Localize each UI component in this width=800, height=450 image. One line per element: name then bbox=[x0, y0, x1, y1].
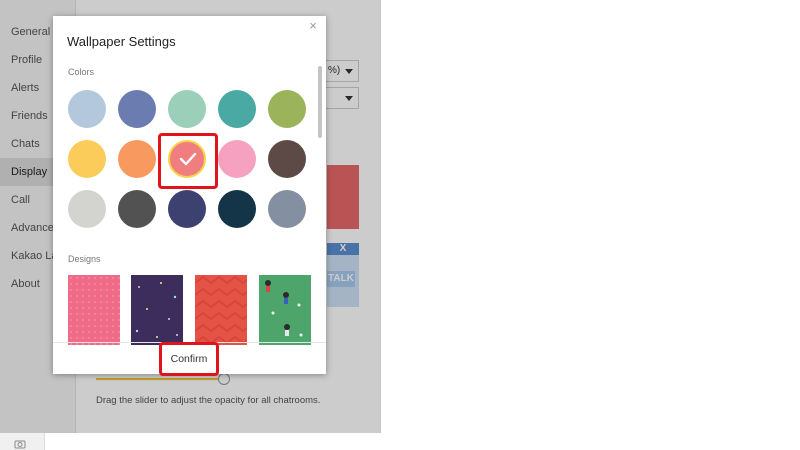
color-swatch[interactable] bbox=[168, 190, 206, 228]
color-swatch[interactable] bbox=[118, 90, 156, 128]
color-swatch[interactable] bbox=[68, 140, 106, 178]
color-swatch[interactable] bbox=[218, 190, 256, 228]
color-swatch[interactable] bbox=[268, 140, 306, 178]
design-thumbnail-purple[interactable] bbox=[131, 275, 183, 345]
wallpaper-settings-dialog: Wallpaper Settings × Colors Designs Conf… bbox=[53, 16, 326, 374]
scrollbar-thumb[interactable] bbox=[318, 66, 322, 138]
color-swatch[interactable] bbox=[268, 190, 306, 228]
selected-color-highlight bbox=[158, 133, 218, 189]
color-swatch[interactable] bbox=[118, 140, 156, 178]
red-chevron-design bbox=[195, 275, 247, 345]
colors-section-label: Colors bbox=[68, 67, 95, 77]
designs-section-label: Designs bbox=[68, 254, 101, 264]
camera-icon[interactable] bbox=[14, 439, 26, 449]
color-swatch[interactable] bbox=[118, 190, 156, 228]
design-thumbnail-red[interactable] bbox=[195, 275, 247, 345]
bottom-toolbar bbox=[0, 433, 45, 450]
design-thumbnail-green[interactable] bbox=[259, 275, 311, 345]
confirm-button-highlight bbox=[159, 342, 219, 376]
color-swatch[interactable] bbox=[218, 140, 256, 178]
pink-pattern-design bbox=[68, 275, 120, 345]
dialog-scrollbar[interactable] bbox=[318, 66, 322, 341]
design-thumbnail-pink[interactable] bbox=[68, 275, 120, 345]
dialog-title: Wallpaper Settings bbox=[67, 34, 176, 49]
color-swatch[interactable] bbox=[168, 90, 206, 128]
close-icon[interactable]: × bbox=[306, 19, 320, 33]
color-swatch[interactable] bbox=[68, 90, 106, 128]
green-characters-design bbox=[259, 275, 311, 345]
color-swatch[interactable] bbox=[68, 190, 106, 228]
color-swatch[interactable] bbox=[268, 90, 306, 128]
color-swatch[interactable] bbox=[218, 90, 256, 128]
purple-starry-design bbox=[131, 275, 183, 345]
